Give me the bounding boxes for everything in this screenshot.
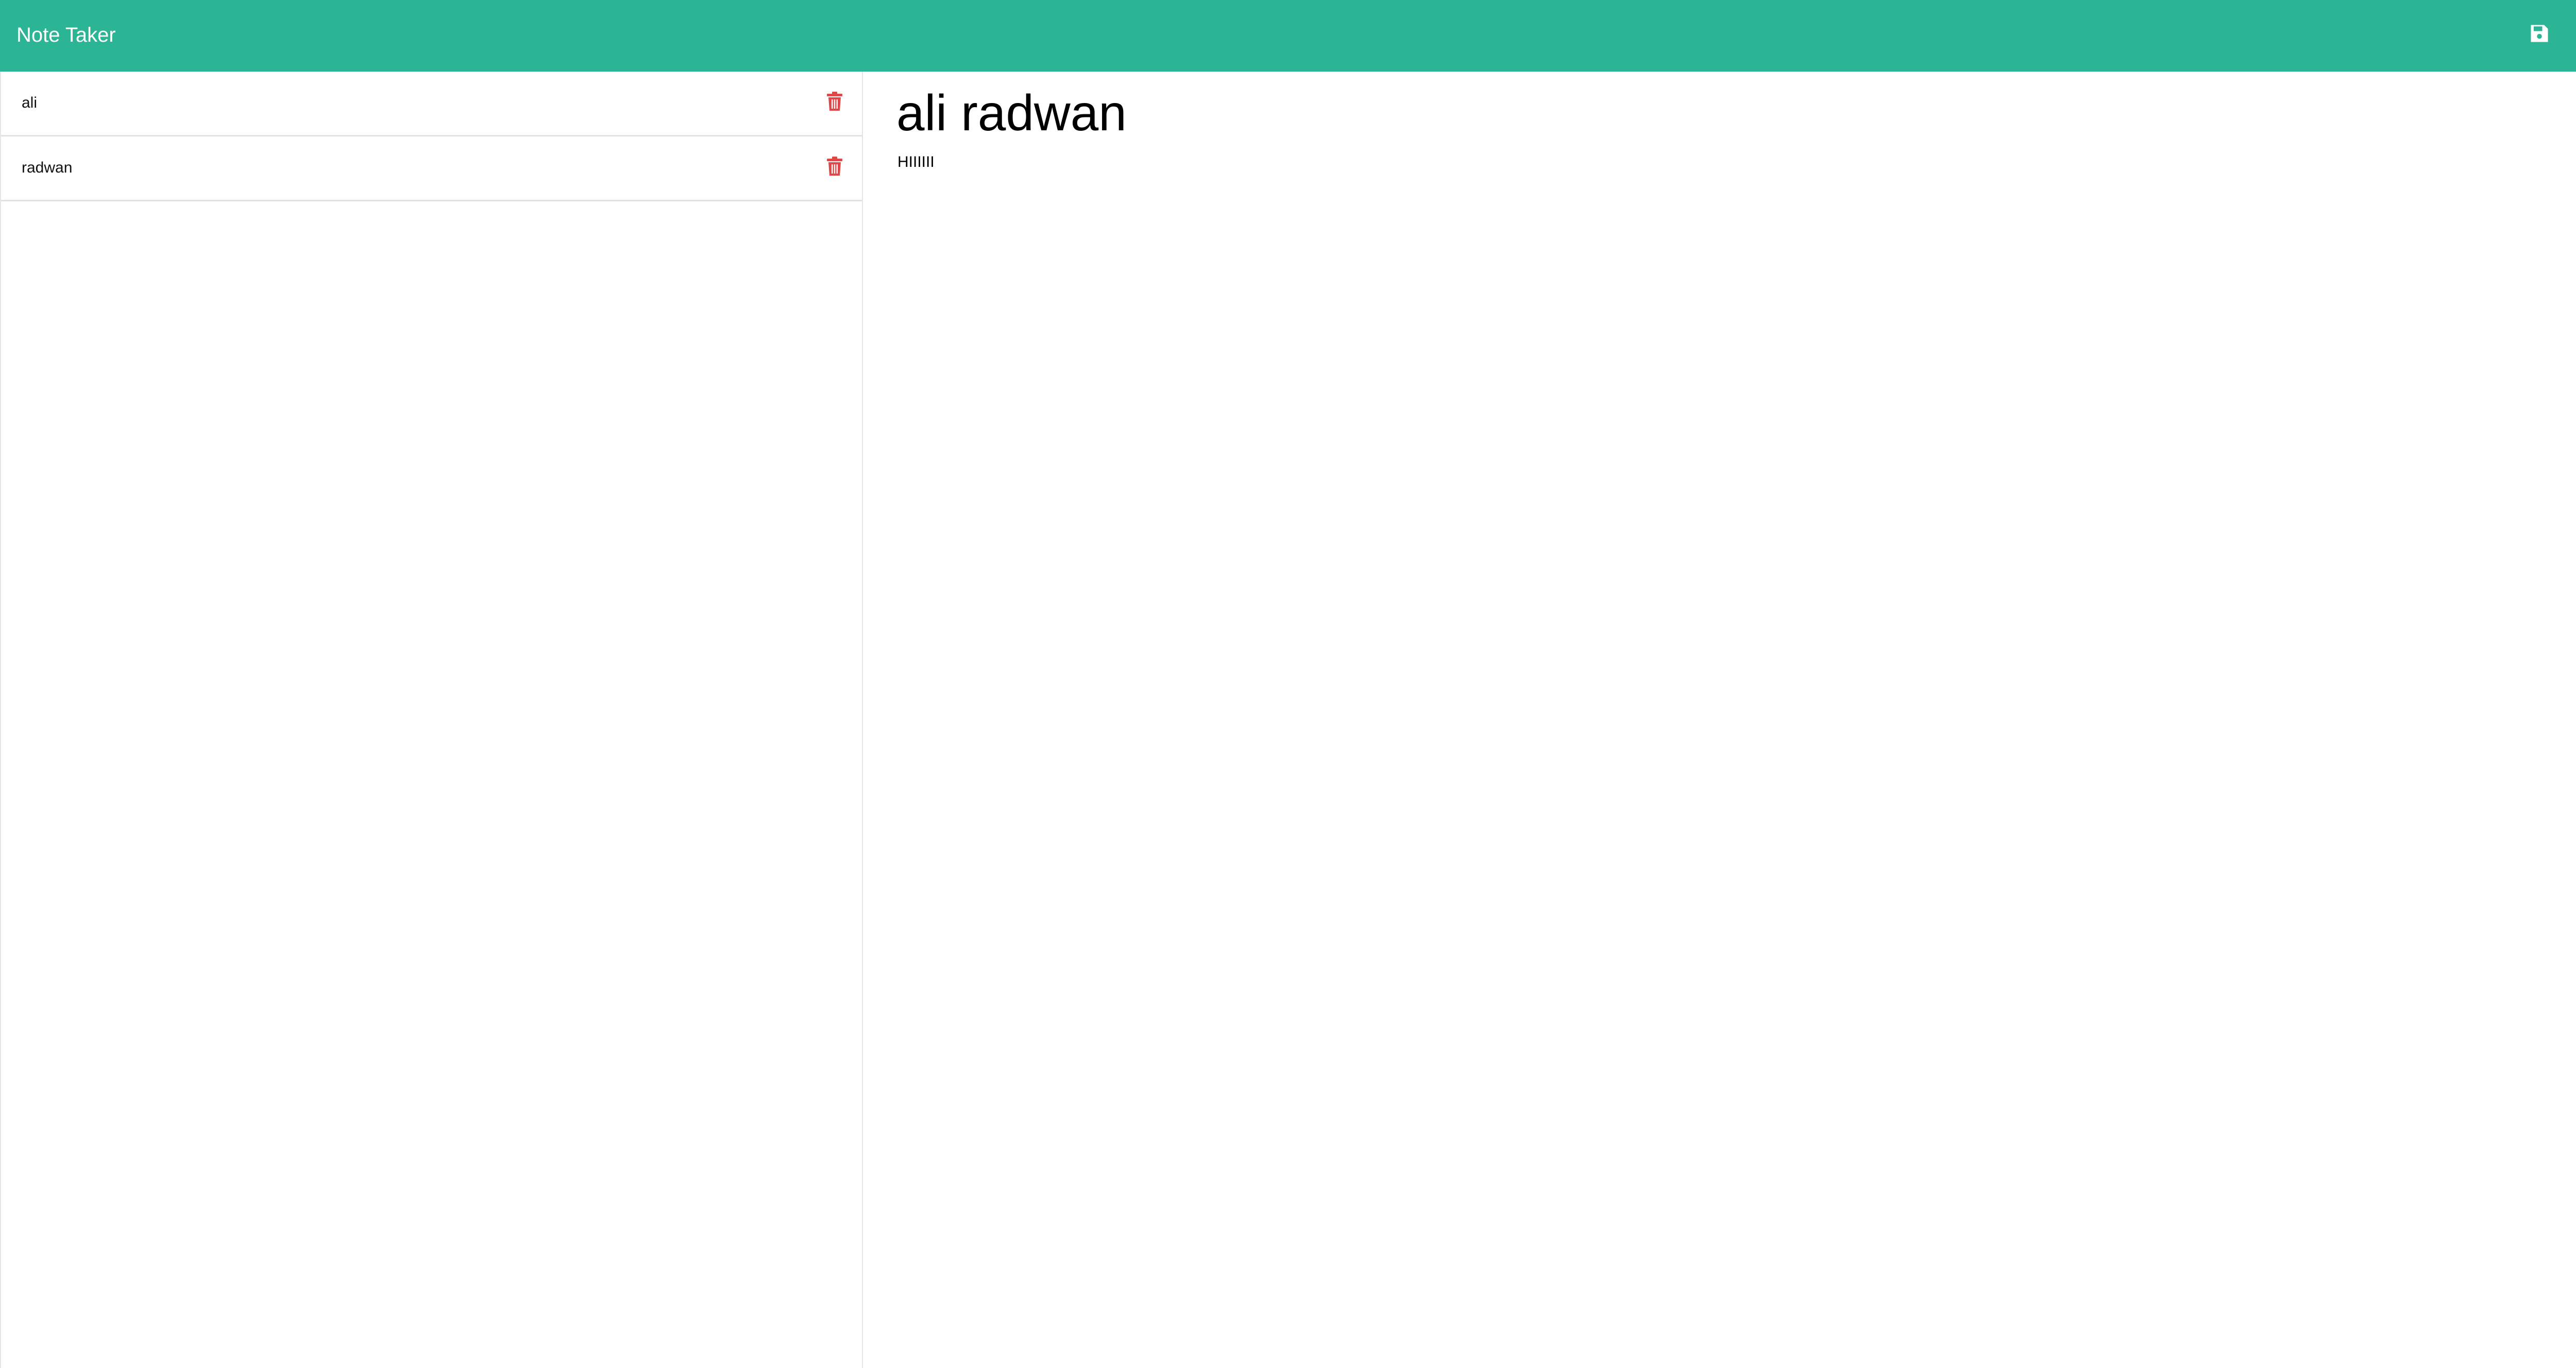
note-list-item[interactable]: ali: [1, 72, 862, 136]
app-title[interactable]: Note Taker: [16, 21, 116, 49]
note-item-title: radwan: [22, 159, 73, 176]
trash-icon: [827, 92, 842, 111]
note-list-item[interactable]: radwan: [1, 136, 862, 201]
trash-icon: [827, 157, 842, 176]
note-editor: ali radwan HIIIIII: [863, 72, 2576, 1368]
top-navbar: Note Taker: [0, 0, 2576, 72]
note-list: ali radwan: [1, 72, 862, 201]
save-icon: [2528, 22, 2551, 47]
note-title-input[interactable]: ali radwan: [896, 82, 1127, 144]
note-item-title: ali: [22, 94, 38, 111]
delete-note-button[interactable]: [824, 89, 845, 114]
notes-sidebar: ali radwan: [0, 72, 863, 1368]
save-note-button[interactable]: [2524, 20, 2554, 49]
note-text-area[interactable]: HIIIIII: [897, 152, 935, 173]
delete-note-button[interactable]: [824, 154, 845, 179]
